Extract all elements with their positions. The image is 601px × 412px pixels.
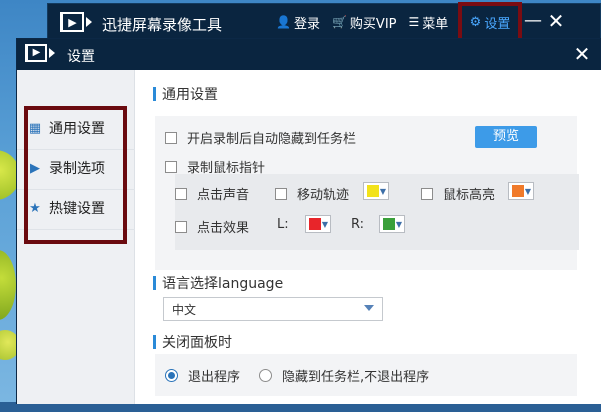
chevron-down-icon — [364, 305, 374, 311]
checkbox-box — [175, 187, 187, 200]
language-select[interactable]: 中文 — [163, 297, 383, 321]
click-sound-checkbox[interactable]: 点击声音 — [175, 184, 249, 203]
cursor-effects-panel: 点击声音 移动轨迹 ▼ 鼠标高亮 ▼ 点击效果 L: ▼ R: ▼ — [175, 174, 579, 250]
click-effect-label: 点击效果 — [197, 221, 250, 236]
close-panel-options: 退出程序 隐藏到任务栏,不退出程序 — [155, 354, 577, 396]
checkbox-box — [421, 187, 433, 200]
chevron-down-icon: ▼ — [379, 187, 386, 196]
color-swatch — [309, 218, 321, 230]
cursor-highlight-label: 鼠标高亮 — [443, 188, 496, 203]
color-swatch — [383, 218, 395, 230]
app-title: 迅捷屏幕录像工具 — [102, 16, 223, 34]
cart-icon: 🛒 — [331, 15, 347, 29]
auto-hide-label: 开启录制后自动隐藏到任务栏 — [187, 132, 357, 147]
desktop-wallpaper-shape — [0, 250, 16, 320]
exit-program-label: 退出程序 — [188, 370, 241, 385]
chevron-down-icon: ▼ — [395, 220, 402, 229]
dialog-logo-icon: ▶ — [25, 44, 55, 62]
chevron-down-icon: ▼ — [524, 187, 531, 196]
checkbox-box — [275, 187, 287, 200]
radio-selected — [165, 369, 178, 382]
gear-icon: ⚙ — [469, 14, 482, 30]
move-track-checkbox[interactable]: 移动轨迹 — [275, 184, 349, 203]
app-logo-icon: ▶ — [60, 11, 92, 33]
move-track-label: 移动轨迹 — [297, 188, 350, 203]
left-click-label: L: — [277, 217, 289, 232]
move-track-color-picker[interactable]: ▼ — [363, 182, 389, 200]
section-title-language: 语言选择language — [153, 273, 283, 293]
click-effect-checkbox[interactable]: 点击效果 — [175, 217, 249, 236]
top-actions: 👤 登录 🛒 购买VIP ☰ 菜单 — [276, 4, 460, 40]
settings-button[interactable]: ⚙ 设置 — [458, 2, 522, 42]
login-button[interactable]: 👤 登录 — [276, 13, 320, 32]
login-label: 登录 — [293, 16, 320, 32]
section-title-general: 通用设置 — [153, 84, 218, 104]
settings-content: 通用设置 开启录制后自动隐藏到任务栏 录制鼠标指针 点击声音 移动轨迹 ▼ 鼠标… — [135, 70, 601, 404]
cursor-highlight-checkbox[interactable]: 鼠标高亮 — [421, 184, 495, 203]
minimize-button[interactable]: — — [524, 10, 542, 32]
menu-label: 菜单 — [422, 16, 449, 32]
hide-to-taskbar-label: 隐藏到任务栏,不退出程序 — [282, 370, 430, 385]
right-click-color-picker[interactable]: ▼ — [379, 215, 405, 233]
checkbox-box — [165, 160, 177, 173]
language-selected-value: 中文 — [172, 302, 197, 317]
auto-hide-checkbox[interactable]: 开启录制后自动隐藏到任务栏 — [165, 128, 356, 147]
buy-vip-label: 购买VIP — [349, 16, 397, 32]
hide-to-taskbar-radio[interactable]: 隐藏到任务栏,不退出程序 — [259, 366, 429, 385]
settings-label: 设置 — [484, 16, 511, 32]
menu-button[interactable]: ☰ 菜单 — [409, 13, 449, 32]
left-click-color-picker[interactable]: ▼ — [305, 215, 331, 233]
cursor-highlight-color-picker[interactable]: ▼ — [508, 182, 534, 200]
close-button[interactable]: ✕ — [545, 9, 567, 33]
section-title-close-panel: 关闭面板时 — [153, 332, 232, 352]
buy-vip-button[interactable]: 🛒 购买VIP — [332, 13, 397, 32]
dialog-close-button[interactable]: ✕ — [572, 42, 592, 66]
chevron-down-icon: ▼ — [321, 220, 328, 229]
exit-program-radio[interactable]: 退出程序 — [165, 366, 240, 385]
color-swatch — [512, 185, 524, 197]
checkbox-box — [165, 131, 177, 144]
radio-unselected — [259, 369, 272, 382]
dialog-titlebar: ▶ 设置 ✕ — [17, 39, 600, 70]
menu-icon: ☰ — [408, 15, 420, 29]
section-title-label: 关闭面板时 — [162, 335, 232, 351]
section-title-label: 通用设置 — [162, 87, 218, 103]
user-icon: 👤 — [276, 15, 291, 29]
right-click-label: R: — [351, 217, 365, 232]
color-swatch — [367, 185, 379, 197]
preview-button[interactable]: 预览 — [475, 126, 537, 148]
section-title-label: 语言选择language — [162, 276, 284, 292]
main-window-titlebar: ▶ 迅捷屏幕录像工具 👤 登录 🛒 购买VIP ☰ 菜单 ⚙ 设置 — ✕ — [47, 2, 601, 42]
dialog-title: 设置 — [67, 49, 95, 65]
settings-dialog: ▶ 设置 ✕ ▦ 通用设置 ▶ 录制选项 ★ 热键设置 通用设置 开启录制后自动… — [16, 38, 601, 404]
checkbox-box — [175, 220, 187, 233]
sidebar-highlight-frame — [24, 106, 127, 244]
settings-sidebar: ▦ 通用设置 ▶ 录制选项 ★ 热键设置 — [17, 70, 135, 404]
click-sound-label: 点击声音 — [197, 188, 250, 203]
